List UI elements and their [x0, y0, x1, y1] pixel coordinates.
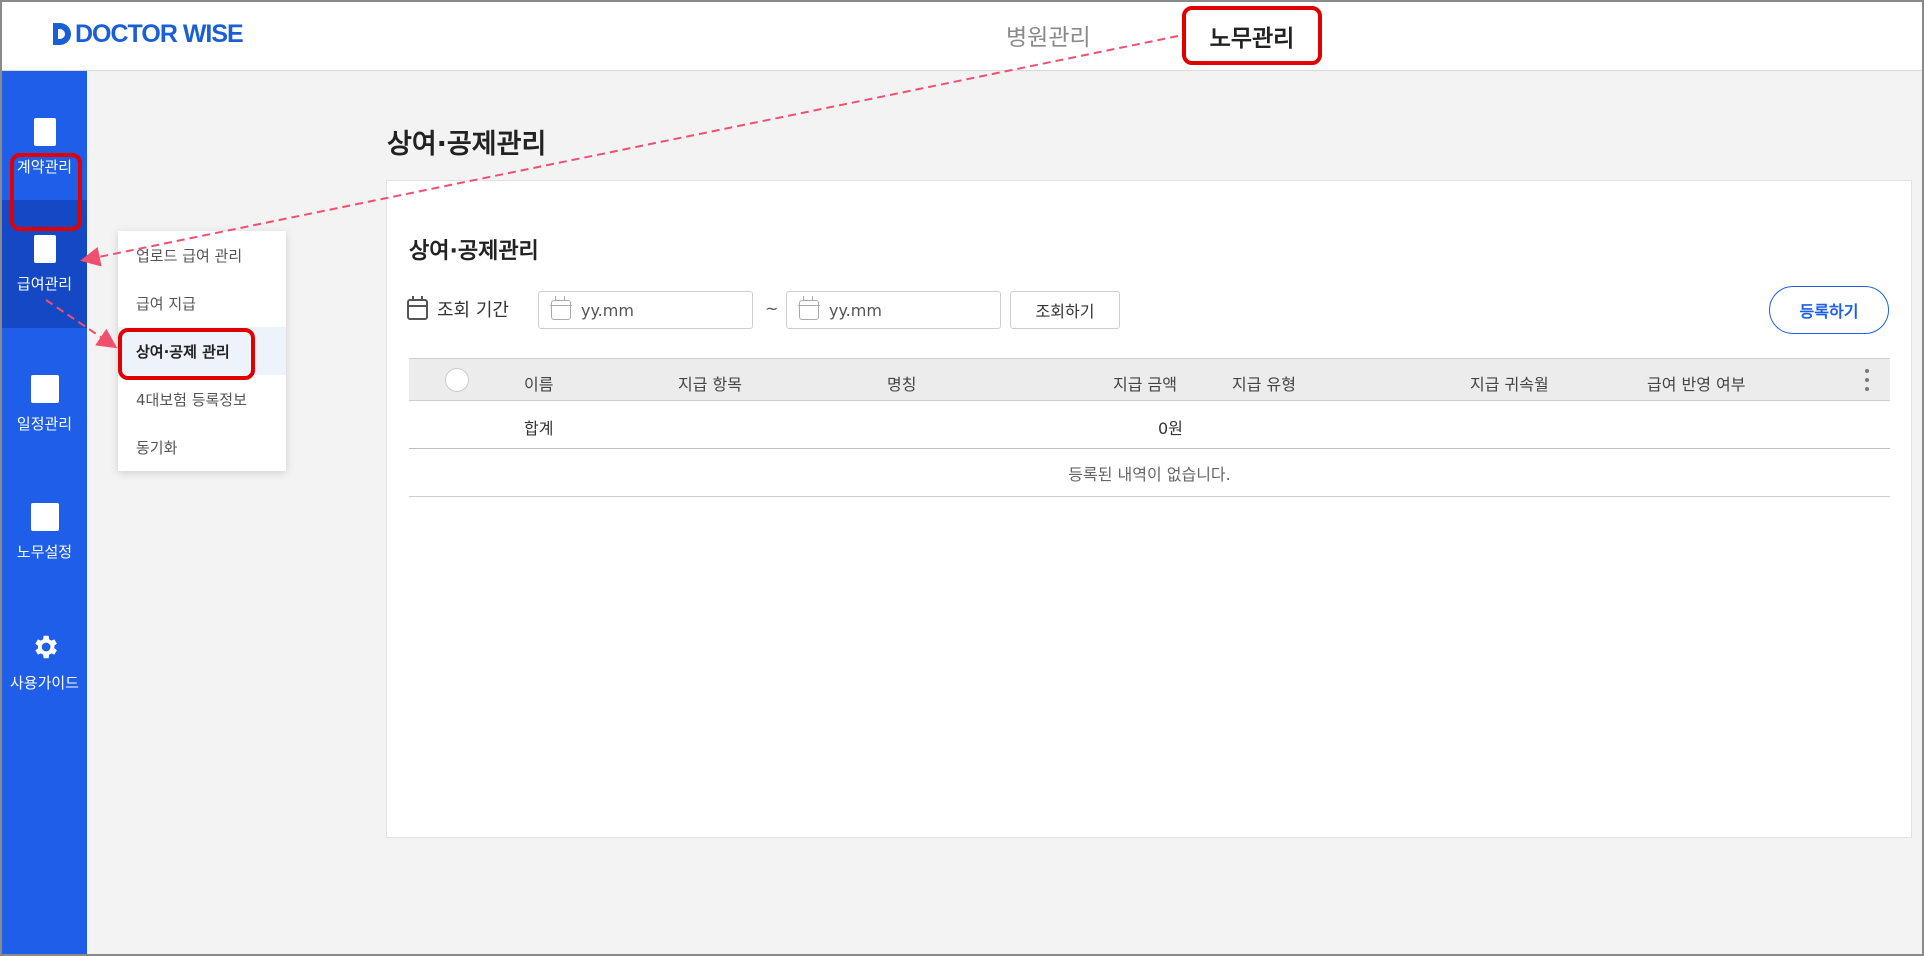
column-header[interactable]: 지급 항목 [678, 371, 742, 395]
column-header[interactable]: 지급 금액 [1113, 371, 1177, 395]
highlight-box-bonus-deduction [118, 328, 255, 380]
sidebar-item-label: 일정관리 [16, 414, 73, 433]
table-header: 이름 지급 항목 명칭 지급 금액 지급 유형 지급 귀속월 급여 반영 여부 [409, 358, 1890, 401]
page-title: 상여·공제관리 [387, 129, 547, 160]
date-to-placeholder: yy.mm [829, 300, 882, 320]
period-filter-label: 조회 기간 [407, 295, 509, 322]
sidebar-item-schedule[interactable]: 일정관리 [2, 340, 87, 468]
top-bar: DOCTOR WISE 병원관리 노무관리 [2, 2, 1922, 71]
more-options-icon[interactable] [1865, 369, 1869, 391]
select-all-radio[interactable] [445, 368, 469, 392]
calendar-icon [798, 296, 820, 320]
sidebar-item-user-guide[interactable]: 사용가이드 [2, 598, 87, 726]
submenu-item-payroll-payment[interactable]: 급여 지급 [118, 279, 286, 327]
calendar-icon [407, 295, 428, 320]
register-button[interactable]: 등록하기 [1769, 286, 1889, 334]
calendar-icon [550, 296, 572, 320]
date-from-input[interactable]: yy.mm [538, 291, 753, 329]
tab-labor-management[interactable]: 노무관리 [1182, 6, 1322, 65]
table-row-total: 합계 0원 [409, 401, 1890, 449]
submenu-item-upload-payroll[interactable]: 업로드 급여 관리 [118, 231, 286, 279]
period-label: 조회 기간 [437, 300, 509, 321]
logo-text: DOCTOR WISE [75, 19, 244, 48]
search-button[interactable]: 조회하기 [1010, 291, 1120, 329]
sidebar-item-label: 사용가이드 [9, 673, 79, 692]
column-header[interactable]: 지급 유형 [1232, 371, 1296, 395]
submenu-item-sync[interactable]: 동기화 [118, 423, 286, 471]
document-icon [33, 234, 56, 263]
sidebar-item-label: 노무설정 [16, 542, 73, 561]
content-card [386, 180, 1912, 838]
date-from-placeholder: yy.mm [581, 300, 634, 320]
highlight-box-payroll [10, 153, 82, 231]
total-label: 합계 [524, 419, 554, 438]
gear-icon [34, 635, 57, 658]
card-title: 상여·공제관리 [409, 239, 539, 264]
document-icon [33, 117, 56, 146]
settings-square-icon [30, 502, 59, 531]
tab-hospital-management[interactable]: 병원관리 [1006, 18, 1091, 52]
date-range-separator: ~ [765, 299, 779, 318]
calendar-icon [30, 374, 59, 403]
column-header[interactable]: 지급 귀속월 [1470, 371, 1549, 395]
logo[interactable]: DOCTOR WISE [51, 18, 244, 50]
empty-message: 등록된 내역이 없습니다. [409, 449, 1890, 497]
sidebar-item-labor-settings[interactable]: 노무설정 [2, 468, 87, 596]
total-amount: 0원 [1158, 419, 1183, 438]
date-to-input[interactable]: yy.mm [786, 291, 1001, 329]
submenu-item-insurance-info[interactable]: 4대보험 등록정보 [118, 375, 286, 423]
column-header[interactable]: 이름 [524, 371, 553, 395]
logo-mark-icon [53, 23, 71, 45]
sidebar-item-label: 급여관리 [16, 274, 73, 293]
column-header[interactable]: 급여 반영 여부 [1647, 371, 1746, 395]
column-header[interactable]: 명칭 [887, 371, 916, 395]
